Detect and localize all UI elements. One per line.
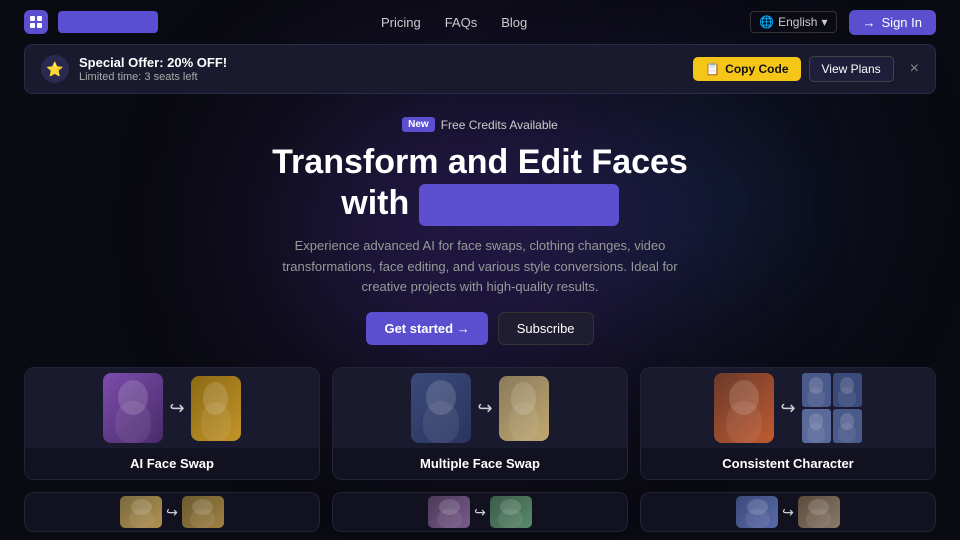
banner-offer-main: Special Offer: 20% OFF! (79, 55, 227, 70)
chevron-down-icon: ▾ (821, 15, 827, 29)
new-tag: New (402, 117, 435, 132)
signin-icon: → (863, 15, 876, 30)
cards-section: ↪ AI Face Swap ↪ (0, 355, 960, 532)
nav-blog[interactable]: Blog (501, 15, 527, 30)
banner-left: ⭐ Special Offer: 20% OFF! Limited time: … (41, 55, 227, 83)
card-multiple-face-swap-label: Multiple Face Swap (333, 448, 627, 479)
navbar-right: 🌐 English ▾ → Sign In (750, 10, 936, 35)
navbar-center: Pricing FAQs Blog (381, 15, 527, 30)
swap-arrow-icon: ↪ (169, 398, 184, 419)
face-multi-right-img (499, 376, 549, 441)
grid-img-1 (802, 373, 831, 407)
hero-description: Experience advanced AI for face swaps, c… (280, 236, 680, 298)
globe-icon: 🌐 (759, 15, 774, 29)
banner-actions: 📋 Copy Code View Plans × (693, 56, 919, 82)
face-multi-left-img (411, 373, 471, 443)
arrow-sm-2: ↪ (474, 504, 486, 521)
hero-title-line2: with (341, 184, 409, 222)
banner-offer-sub: Limited time: 3 seats left (79, 71, 227, 83)
grid-img-3 (802, 409, 831, 443)
card-age-change[interactable]: ↪ (332, 492, 628, 532)
card-style-transfer[interactable]: ↪ (24, 492, 320, 532)
card-ai-face-swap-label: AI Face Swap (25, 448, 319, 479)
card-consistent-character-image: ↪ (641, 368, 935, 448)
face-sm-left-2 (428, 496, 470, 528)
star-icon: ⭐ (41, 55, 69, 83)
swap-arrow-icon-3: ↪ (780, 398, 795, 419)
grid-img-4 (833, 409, 862, 443)
subscribe-button[interactable]: Subscribe (498, 312, 594, 345)
navbar-left (24, 10, 158, 34)
banner-close-icon[interactable]: × (910, 60, 919, 78)
hero-title-highlight (419, 184, 619, 226)
card-bottom-faces-2: ↪ (424, 492, 536, 532)
card-clothing-swap[interactable]: ↪ (640, 492, 936, 532)
copy-code-label: Copy Code (725, 62, 788, 76)
face-sm-right-1 (182, 496, 224, 528)
grid-img-2 (833, 373, 862, 407)
face-right-img (191, 376, 241, 441)
arrow-sm-1: ↪ (166, 504, 178, 521)
cards-grid: ↪ AI Face Swap ↪ (24, 367, 936, 480)
swap-arrow-icon-2: ↪ (477, 398, 492, 419)
face-sm-right-3 (798, 496, 840, 528)
card-bottom-faces-1: ↪ (116, 492, 228, 532)
card-bottom-faces-3: ↪ (732, 492, 844, 532)
arrow-sm-3: ↪ (782, 504, 794, 521)
cards-grid-bottom: ↪ ↪ ↪ (24, 492, 936, 532)
card-ai-face-swap[interactable]: ↪ AI Face Swap (24, 367, 320, 480)
language-selector[interactable]: 🌐 English ▾ (750, 11, 836, 33)
face-consist-main-img (714, 373, 774, 443)
copy-code-button[interactable]: 📋 Copy Code (693, 57, 800, 81)
face-sm-left-1 (120, 496, 162, 528)
card-consistent-character[interactable]: ↪ Consistent Character (640, 367, 936, 480)
new-badge: New Free Credits Available (402, 117, 558, 132)
face-left-img (103, 373, 163, 443)
card-ai-face-swap-image: ↪ (25, 368, 319, 448)
hero-title-line1: Transform and Edit Faces (272, 143, 688, 181)
face-sm-right-2 (490, 496, 532, 528)
promo-banner: ⭐ Special Offer: 20% OFF! Limited time: … (24, 44, 936, 94)
view-plans-button[interactable]: View Plans (809, 56, 894, 82)
hero-title: Transform and Edit Faces with (24, 142, 936, 226)
face-consist-grid (802, 373, 862, 443)
signin-label: Sign In (882, 15, 922, 30)
lang-label: English (778, 15, 817, 29)
nav-faqs[interactable]: FAQs (445, 15, 478, 30)
badge-text: Free Credits Available (441, 118, 558, 132)
card-multiple-face-swap-image: ↪ (333, 368, 627, 448)
card-multiple-face-swap[interactable]: ↪ Multiple Face Swap (332, 367, 628, 480)
get-started-button[interactable]: Get started → (366, 312, 487, 345)
hero-section: New Free Credits Available Transform and… (0, 94, 960, 355)
copy-icon: 📋 (705, 62, 720, 76)
card-consistent-character-label: Consistent Character (641, 448, 935, 479)
face-sm-left-3 (736, 496, 778, 528)
logo-name (58, 11, 158, 33)
logo-icon (24, 10, 48, 34)
sign-in-button[interactable]: → Sign In (849, 10, 936, 35)
nav-pricing[interactable]: Pricing (381, 15, 421, 30)
navbar: Pricing FAQs Blog 🌐 English ▾ → Sign In (0, 0, 960, 44)
hero-actions: Get started → Subscribe (24, 312, 936, 345)
